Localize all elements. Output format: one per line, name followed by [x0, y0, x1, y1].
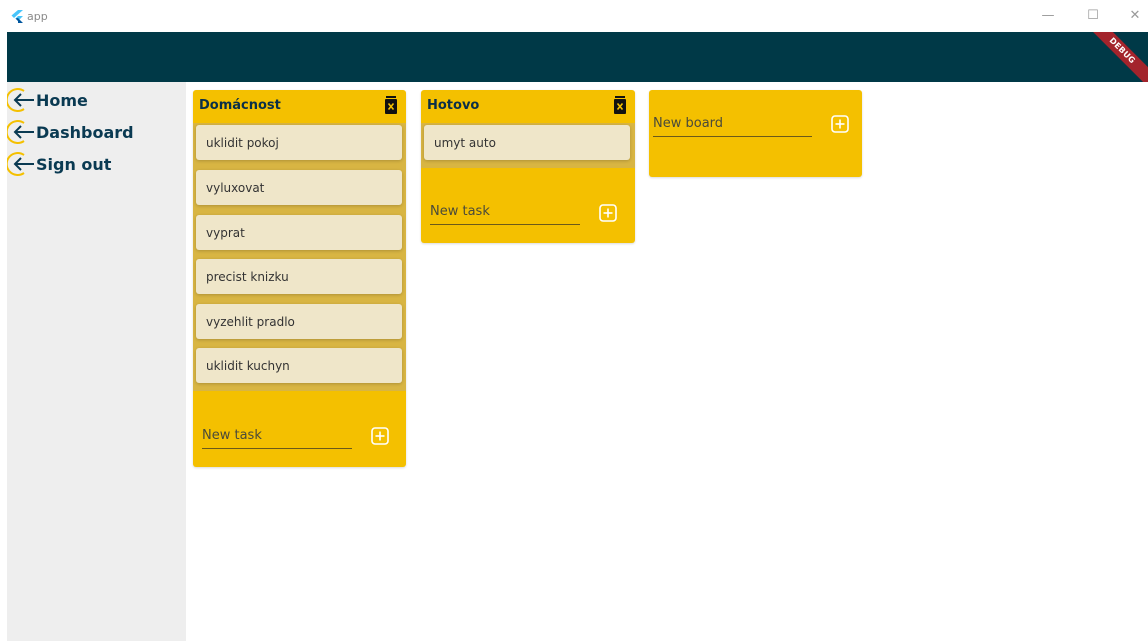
board-title: Domácnost — [199, 98, 281, 113]
task-label: vyluxovat — [206, 181, 265, 195]
task-card[interactable]: uklidit pokoj — [196, 125, 402, 160]
window-titlebar: app — ☐ ✕ — [0, 0, 1148, 32]
arrow-left-circle-icon — [7, 88, 34, 112]
board-card: Domácnost uklidit pokoj vyluxovat vyprat… — [193, 90, 406, 467]
app-bar: DEBUG — [7, 32, 1148, 82]
maximize-button[interactable]: ☐ — [1083, 7, 1103, 25]
task-label: umyt auto — [434, 136, 496, 150]
sidebar-item-label: Dashboard — [36, 122, 134, 142]
sidebar-item-label: Sign out — [36, 154, 112, 174]
task-label: precist knizku — [206, 270, 289, 284]
new-board-card — [649, 90, 862, 177]
sidebar-item-home[interactable]: Home — [7, 87, 88, 113]
sidebar-item-dashboard[interactable]: Dashboard — [7, 119, 134, 145]
task-label: uklidit pokoj — [206, 136, 279, 150]
arrow-left-circle-icon — [7, 152, 34, 176]
flutter-logo-icon — [11, 10, 23, 23]
add-task-icon[interactable] — [599, 204, 617, 222]
task-label: vyzehlit pradlo — [206, 315, 295, 329]
task-list: uklidit pokoj vyluxovat vyprat precist k… — [193, 123, 406, 391]
add-task-icon[interactable] — [371, 427, 389, 445]
add-board-icon[interactable] — [831, 115, 849, 133]
minimize-button[interactable]: — — [1038, 7, 1058, 25]
delete-board-icon[interactable] — [613, 96, 627, 114]
task-card[interactable]: precist knizku — [196, 259, 402, 294]
new-board-input[interactable] — [653, 111, 812, 137]
board-title: Hotovo — [427, 98, 480, 113]
task-card[interactable]: vyprat — [196, 215, 402, 250]
arrow-left-circle-icon — [7, 120, 34, 144]
task-card[interactable]: vyzehlit pradlo — [196, 304, 402, 339]
sidebar-item-sign-out[interactable]: Sign out — [7, 151, 111, 177]
task-list: umyt auto — [421, 123, 635, 168]
close-button[interactable]: ✕ — [1125, 7, 1145, 25]
debug-banner: DEBUG — [1081, 32, 1148, 82]
task-label: uklidit kuchyn — [206, 359, 290, 373]
task-label: vyprat — [206, 226, 245, 240]
sidebar-item-label: Home — [36, 90, 88, 110]
new-task-input[interactable] — [430, 199, 580, 225]
window-title: app — [27, 10, 48, 23]
task-card[interactable]: uklidit kuchyn — [196, 348, 402, 383]
task-card[interactable]: umyt auto — [424, 125, 630, 160]
sidebar: Home Dashboard Sign out — [7, 82, 186, 641]
board-card: Hotovo umyt auto — [421, 90, 635, 243]
delete-board-icon[interactable] — [384, 96, 398, 114]
new-task-input[interactable] — [202, 423, 352, 449]
task-card[interactable]: vyluxovat — [196, 170, 402, 205]
